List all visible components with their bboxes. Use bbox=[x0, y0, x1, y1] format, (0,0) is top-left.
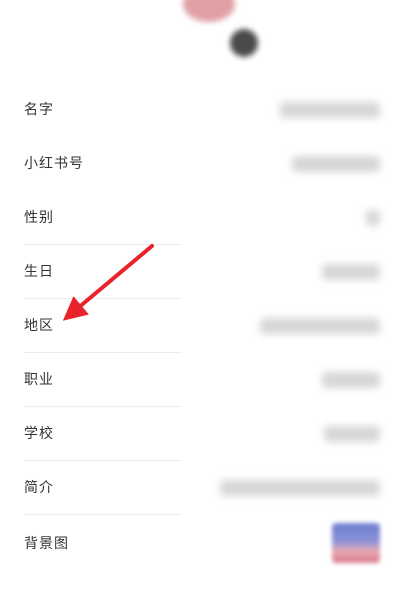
field-row-school[interactable]: 学校 bbox=[0, 407, 400, 461]
field-value-bio bbox=[220, 480, 380, 496]
field-row-occupation[interactable]: 职业 bbox=[0, 353, 400, 407]
field-label-background-image: 背景图 bbox=[24, 536, 69, 552]
avatar-area[interactable] bbox=[0, 0, 400, 80]
field-label-school: 学校 bbox=[24, 426, 54, 442]
avatar[interactable] bbox=[183, 0, 235, 22]
field-row-birthday[interactable]: 生日 bbox=[0, 245, 400, 299]
background-image-thumbnail[interactable] bbox=[332, 523, 380, 563]
camera-icon[interactable] bbox=[230, 29, 258, 57]
field-label-birthday: 生日 bbox=[24, 264, 54, 280]
field-row-region[interactable]: 地区 bbox=[0, 299, 400, 353]
field-value-redbook-id bbox=[292, 156, 380, 172]
field-row-gender[interactable]: 性别 bbox=[0, 191, 400, 245]
field-row-redbook-id[interactable]: 小红书号 bbox=[0, 137, 400, 191]
field-row-background-image[interactable]: 背景图 bbox=[0, 515, 400, 573]
field-value-birthday bbox=[322, 264, 380, 280]
field-value-name bbox=[280, 102, 380, 118]
field-label-name: 名字 bbox=[24, 102, 54, 118]
field-label-region: 地区 bbox=[24, 318, 54, 334]
field-label-bio: 简介 bbox=[24, 480, 54, 496]
edit-profile-screen: 名字 小红书号 性别 生日 地区 职业 学校 简介 背景图 bbox=[0, 0, 400, 599]
field-value-region bbox=[260, 318, 380, 334]
field-value-gender bbox=[366, 210, 380, 226]
field-value-school bbox=[324, 426, 380, 442]
field-label-gender: 性别 bbox=[24, 210, 54, 226]
field-label-redbook-id: 小红书号 bbox=[24, 156, 84, 172]
field-row-bio[interactable]: 简介 bbox=[0, 461, 400, 515]
field-value-occupation bbox=[322, 372, 380, 388]
field-label-occupation: 职业 bbox=[24, 372, 54, 388]
field-row-name[interactable]: 名字 bbox=[0, 83, 400, 137]
profile-field-list: 名字 小红书号 性别 生日 地区 职业 学校 简介 背景图 bbox=[0, 83, 400, 573]
